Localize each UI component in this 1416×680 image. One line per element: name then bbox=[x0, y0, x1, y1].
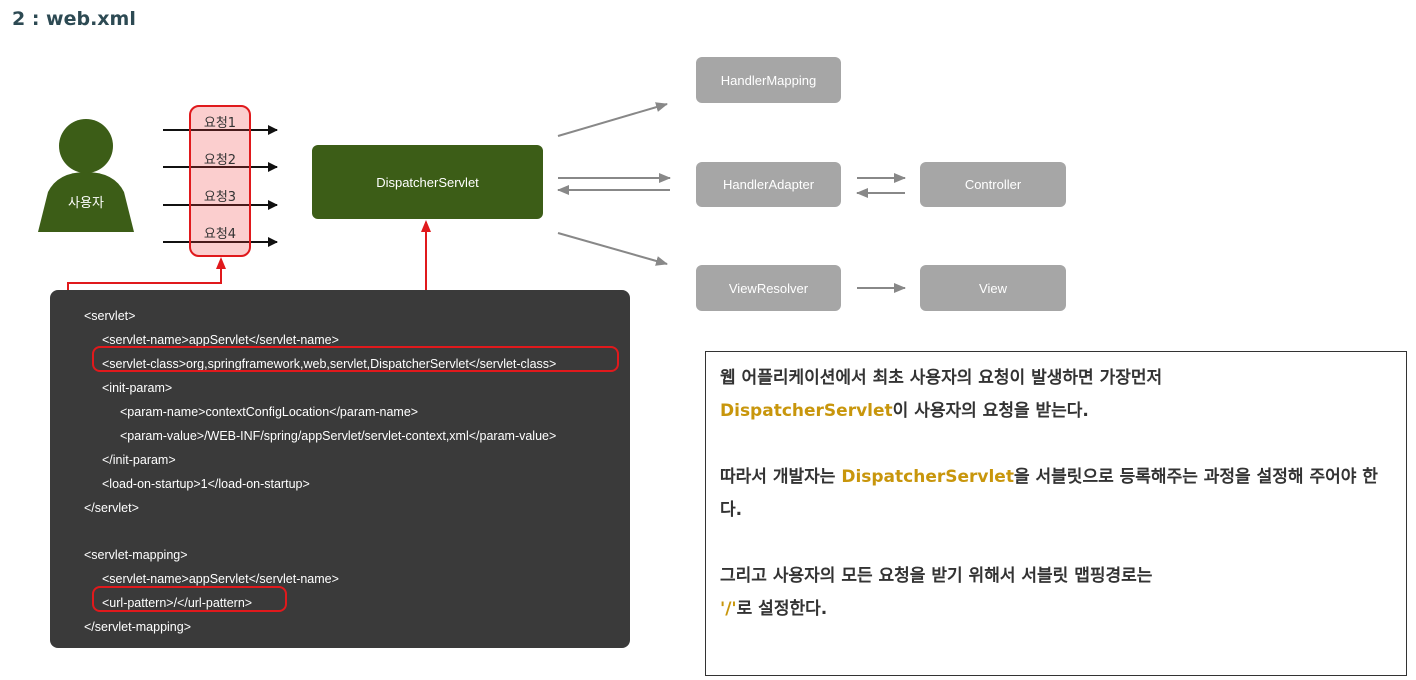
handler-adapter-label: HandlerAdapter bbox=[722, 177, 815, 192]
dispatcher-servlet-label: DispatcherServlet bbox=[376, 174, 479, 190]
code-line: <servlet-name>appServlet</servlet-name> bbox=[102, 572, 339, 586]
note-accent: DispatcherServlet bbox=[841, 467, 1014, 487]
view-resolver-label: ViewResolver bbox=[728, 280, 809, 296]
view-label: View bbox=[979, 280, 1007, 296]
controller-box: Controller bbox=[920, 162, 1066, 207]
view-resolver-box: ViewResolver bbox=[696, 265, 841, 311]
dispatcher-servlet-box: DispatcherServlet bbox=[312, 145, 543, 219]
code-line: <init-param> bbox=[102, 381, 173, 395]
note-accent: '/' bbox=[720, 599, 737, 619]
note-text: 웹 어플리케이션에서 최초 사용자의 요청이 발생하면 가장먼저 bbox=[720, 368, 1163, 388]
code-line: <param-value>/WEB-INF/spring/appServlet/… bbox=[120, 429, 557, 443]
note-paragraph-3: 그리고 사용자의 모든 요청을 받기 위해서 서블릿 맵핑경로는 '/'로 설정… bbox=[720, 560, 1386, 626]
request-label-2: 요청2 bbox=[203, 153, 237, 168]
note-text: 따라서 개발자는 bbox=[720, 467, 842, 487]
code-line: <servlet-name>appServlet</servlet-name> bbox=[102, 333, 339, 347]
url-pattern-highlight bbox=[92, 586, 287, 612]
note-text: 그리고 사용자의 모든 요청을 받기 위해서 서블릿 맵핑경로는 bbox=[720, 566, 1153, 586]
code-line: </servlet> bbox=[84, 501, 139, 515]
user-label: 사용자 bbox=[68, 196, 104, 211]
note-text: 이 사용자의 요청을 받는다. bbox=[892, 401, 1089, 421]
explanation-note: 웹 어플리케이션에서 최초 사용자의 요청이 발생하면 가장먼저 Dispatc… bbox=[705, 351, 1407, 676]
handler-adapter-box: HandlerAdapter bbox=[696, 162, 841, 207]
note-accent: DispatcherServlet bbox=[720, 401, 893, 421]
code-line: </servlet-mapping> bbox=[84, 620, 192, 634]
code-line: <servlet-mapping> bbox=[84, 548, 188, 562]
note-paragraph-2: 따라서 개발자는 DispatcherServlet을 서블릿으로 등록해주는 … bbox=[720, 461, 1386, 527]
controller-label: Controller bbox=[964, 177, 1022, 192]
request-label-1: 요청1 bbox=[203, 116, 237, 131]
request-label-4: 요청4 bbox=[203, 227, 237, 242]
note-paragraph-1: 웹 어플리케이션에서 최초 사용자의 요청이 발생하면 가장먼저 Dispatc… bbox=[720, 362, 1386, 428]
arrow-to-handler-mapping bbox=[557, 102, 668, 137]
code-line: <load-on-startup>1</load-on-startup> bbox=[102, 477, 310, 491]
handler-mapping-box: HandlerMapping bbox=[696, 57, 841, 103]
user-icon bbox=[38, 119, 134, 232]
handler-mapping-label: HandlerMapping bbox=[720, 72, 817, 88]
note-text: 로 설정한다. bbox=[736, 599, 828, 619]
servlet-class-highlight bbox=[92, 346, 619, 372]
request-label-3: 요청3 bbox=[203, 190, 237, 205]
arrow-to-view-resolver bbox=[557, 232, 668, 266]
view-box: View bbox=[920, 265, 1066, 311]
code-line: <param-name>contextConfigLocation</param… bbox=[120, 405, 419, 419]
code-line: </init-param> bbox=[102, 453, 176, 467]
code-line: <servlet> bbox=[84, 309, 136, 323]
